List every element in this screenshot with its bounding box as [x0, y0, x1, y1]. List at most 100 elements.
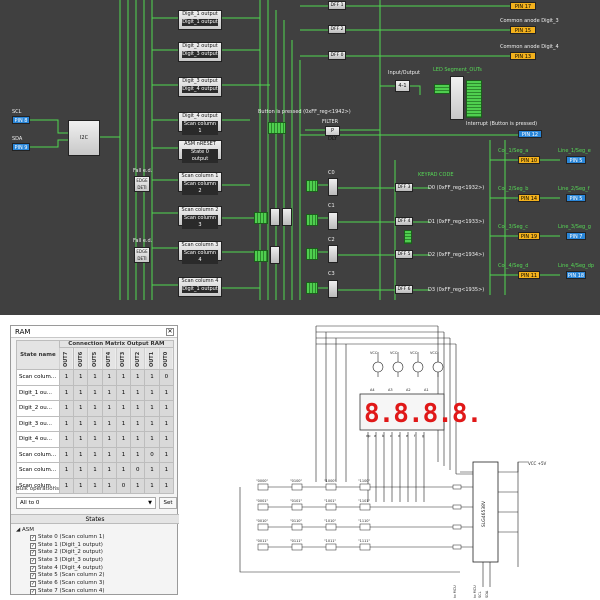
- bit-cell[interactable]: 1: [58, 384, 75, 401]
- bit-cell[interactable]: 1: [73, 431, 89, 448]
- bit-cell[interactable]: 1: [144, 415, 160, 432]
- set-button[interactable]: Set: [159, 497, 177, 509]
- bit-cell[interactable]: 1: [87, 431, 103, 448]
- bit-cell[interactable]: 1: [73, 446, 89, 463]
- state-item[interactable]: ✓ State 2 (Digit_2 output): [16, 549, 104, 557]
- bit-cell[interactable]: 1: [101, 415, 117, 432]
- state-item[interactable]: ✓ State 1 (Digit_1 output): [16, 542, 104, 550]
- lut-block-digit-1[interactable]: Digit_1 output Digit_1 output: [178, 10, 222, 30]
- led-segment-block[interactable]: [450, 76, 464, 120]
- bit-cell[interactable]: 1: [87, 415, 103, 432]
- pin-17[interactable]: PIN 17: [510, 2, 536, 10]
- lut-row[interactable]: [270, 246, 280, 264]
- schematic-canvas[interactable]: SCL PIN 8 SDA PIN 9 I2C Digit_1 output Di…: [0, 0, 600, 315]
- checkbox-checked-icon[interactable]: ✓: [30, 581, 36, 588]
- lut-block-digit-4[interactable]: Digit_4 output Scan column 1: [178, 112, 222, 135]
- pin-col-2[interactable]: PIN 14: [518, 194, 540, 202]
- bit-cell[interactable]: 1: [158, 462, 175, 479]
- lut-c1[interactable]: [328, 212, 338, 230]
- state-item[interactable]: ✓ State 4 (Digit_4 output): [16, 565, 104, 573]
- bit-cell[interactable]: 1: [115, 446, 132, 463]
- bit-cell[interactable]: 1: [144, 431, 160, 448]
- bit-cell[interactable]: 1: [87, 369, 103, 386]
- bit-cell[interactable]: 1: [58, 400, 75, 417]
- state-item[interactable]: ✓ State 0 (Scan column 1): [16, 534, 104, 542]
- bit-cell[interactable]: 1: [101, 431, 117, 448]
- bit-cell[interactable]: 1: [158, 400, 175, 417]
- lut-block-scan-1[interactable]: Scan column 1 Scan column 2: [178, 172, 222, 195]
- bit-cell[interactable]: 0: [158, 369, 175, 386]
- bit-cell[interactable]: 1: [73, 384, 89, 401]
- bit-cell[interactable]: 1: [144, 477, 160, 494]
- bit-cell[interactable]: 1: [58, 431, 75, 448]
- bit-cell[interactable]: 1: [101, 384, 117, 401]
- pin-line-2[interactable]: PIN 5: [566, 194, 586, 202]
- pin-9[interactable]: PIN 9: [12, 143, 30, 151]
- bit-cell[interactable]: 1: [115, 462, 132, 479]
- lut-block-scan-2[interactable]: Scan column 2 Scan column 3: [178, 206, 222, 229]
- bit-cell[interactable]: 1: [73, 477, 89, 494]
- lut-c2[interactable]: [328, 245, 338, 263]
- lut-row[interactable]: [270, 208, 280, 226]
- checkbox-checked-icon[interactable]: ✓: [30, 573, 36, 580]
- bit-cell[interactable]: 1: [58, 369, 75, 386]
- bit-cell[interactable]: 1: [101, 446, 117, 463]
- bit-cell[interactable]: 1: [144, 400, 160, 417]
- i2c-block[interactable]: I2C: [68, 120, 100, 156]
- dff-1[interactable]: DFF 1: [328, 1, 346, 10]
- collapse-arrow-icon[interactable]: ◢: [16, 527, 20, 533]
- bit-cell[interactable]: 0: [130, 462, 146, 479]
- dff-5[interactable]: DFF 5: [395, 250, 413, 259]
- pin-8[interactable]: PIN 8: [12, 116, 30, 124]
- bulk-operation-select[interactable]: All to 0 ▼: [16, 497, 156, 509]
- bit-cell[interactable]: 1: [158, 446, 175, 463]
- asm-node[interactable]: ◢ ASM: [16, 526, 104, 534]
- bit-cell[interactable]: 1: [87, 462, 103, 479]
- bit-cell[interactable]: 1: [130, 384, 146, 401]
- bit-cell[interactable]: 1: [87, 477, 103, 494]
- bit-cell[interactable]: 1: [130, 400, 146, 417]
- bit-cell[interactable]: 1: [58, 462, 75, 479]
- pin-13[interactable]: PIN 13: [510, 52, 536, 60]
- asm-reset-block[interactable]: ASM nRESET State 0 output: [178, 140, 222, 163]
- lut-c0[interactable]: [328, 178, 338, 196]
- bit-cell[interactable]: 1: [87, 384, 103, 401]
- lut-block-scan-4[interactable]: Scan column 4 Digit_1 output: [178, 277, 222, 297]
- checkbox-checked-icon[interactable]: ✓: [30, 535, 36, 541]
- lut-block-digit-2[interactable]: Digit_2 output Digit_3 output: [178, 42, 222, 62]
- dff-3[interactable]: DFF 3: [395, 183, 413, 192]
- bit-cell[interactable]: 1: [73, 369, 89, 386]
- bit-cell[interactable]: 1: [130, 431, 146, 448]
- pin-15[interactable]: PIN 15: [510, 26, 536, 34]
- bit-cell[interactable]: 1: [58, 446, 75, 463]
- bit-cell[interactable]: 1: [101, 369, 117, 386]
- bit-cell[interactable]: 1: [73, 462, 89, 479]
- checkbox-checked-icon[interactable]: ✓: [30, 550, 36, 557]
- close-icon[interactable]: ✕: [166, 328, 174, 336]
- bit-cell[interactable]: 0: [144, 446, 160, 463]
- edge-detect-block[interactable]: EDGE DETI: [134, 176, 150, 192]
- bit-cell[interactable]: 1: [58, 477, 75, 494]
- bit-cell[interactable]: 1: [115, 431, 132, 448]
- bit-cell[interactable]: 1: [73, 400, 89, 417]
- dff-6[interactable]: DFF 6: [395, 285, 413, 294]
- pin-col-4[interactable]: PIN 11: [518, 271, 540, 279]
- bit-cell[interactable]: 1: [130, 415, 146, 432]
- bit-cell[interactable]: 1: [115, 415, 132, 432]
- checkbox-checked-icon[interactable]: ✓: [30, 542, 36, 549]
- bit-cell[interactable]: 1: [87, 400, 103, 417]
- checkbox-checked-icon[interactable]: ✓: [30, 565, 36, 572]
- bit-cell[interactable]: 1: [130, 477, 146, 494]
- pin-col-1[interactable]: PIN 10: [518, 156, 540, 164]
- bit-cell[interactable]: 1: [115, 400, 132, 417]
- bit-cell[interactable]: 1: [115, 369, 132, 386]
- lut-block-digit-3[interactable]: Digit_3 output Digit_4 output: [178, 77, 222, 97]
- bit-cell[interactable]: 1: [144, 369, 160, 386]
- bit-cell[interactable]: 1: [101, 477, 117, 494]
- bit-cell[interactable]: 1: [73, 415, 89, 432]
- bit-cell[interactable]: 1: [158, 384, 175, 401]
- checkbox-checked-icon[interactable]: ✓: [30, 558, 36, 565]
- bit-cell[interactable]: 1: [101, 462, 117, 479]
- checkbox-checked-icon[interactable]: ✓: [30, 588, 36, 595]
- bit-cell[interactable]: 0: [115, 477, 132, 494]
